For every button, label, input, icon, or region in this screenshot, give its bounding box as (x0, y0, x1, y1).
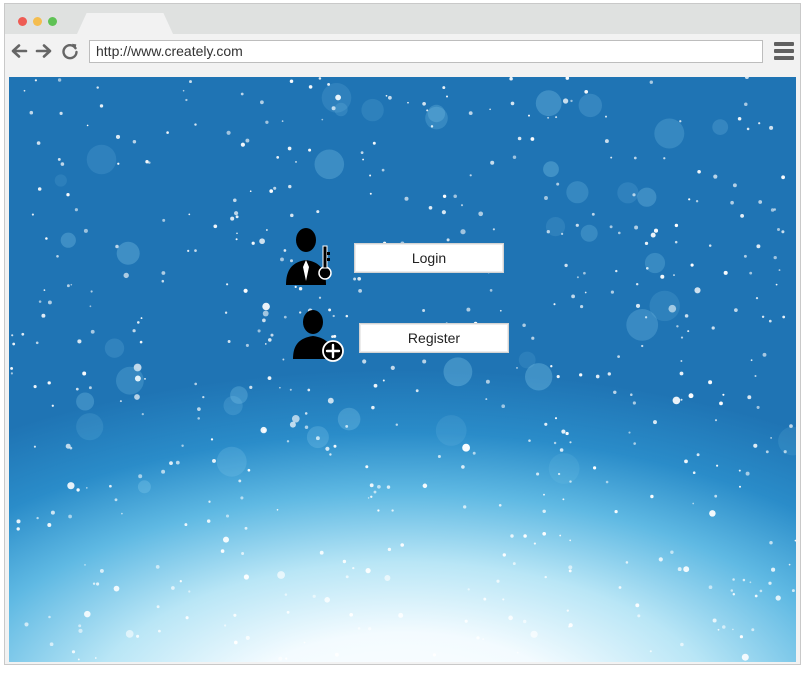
minimize-window-button[interactable] (33, 17, 42, 26)
snow-background (10, 77, 796, 661)
register-button[interactable]: Register (359, 323, 509, 353)
user-key-icon (284, 225, 338, 289)
title-bar (5, 4, 800, 34)
login-button[interactable]: Login (354, 243, 504, 273)
browser-tab[interactable] (77, 13, 173, 34)
back-arrow-icon[interactable] (10, 42, 28, 60)
close-window-button[interactable] (18, 17, 27, 26)
forward-arrow-icon[interactable] (35, 42, 53, 60)
page-viewport: Login Register (9, 77, 796, 662)
hamburger-menu-icon[interactable] (774, 42, 794, 60)
browser-toolbar: http://www.creately.com (5, 34, 800, 68)
user-add-icon (289, 307, 347, 363)
address-bar[interactable]: http://www.creately.com (89, 40, 763, 63)
maximize-window-button[interactable] (48, 17, 57, 26)
reload-icon[interactable] (61, 42, 79, 60)
browser-window: http://www.creately.com Login Register (4, 3, 801, 665)
